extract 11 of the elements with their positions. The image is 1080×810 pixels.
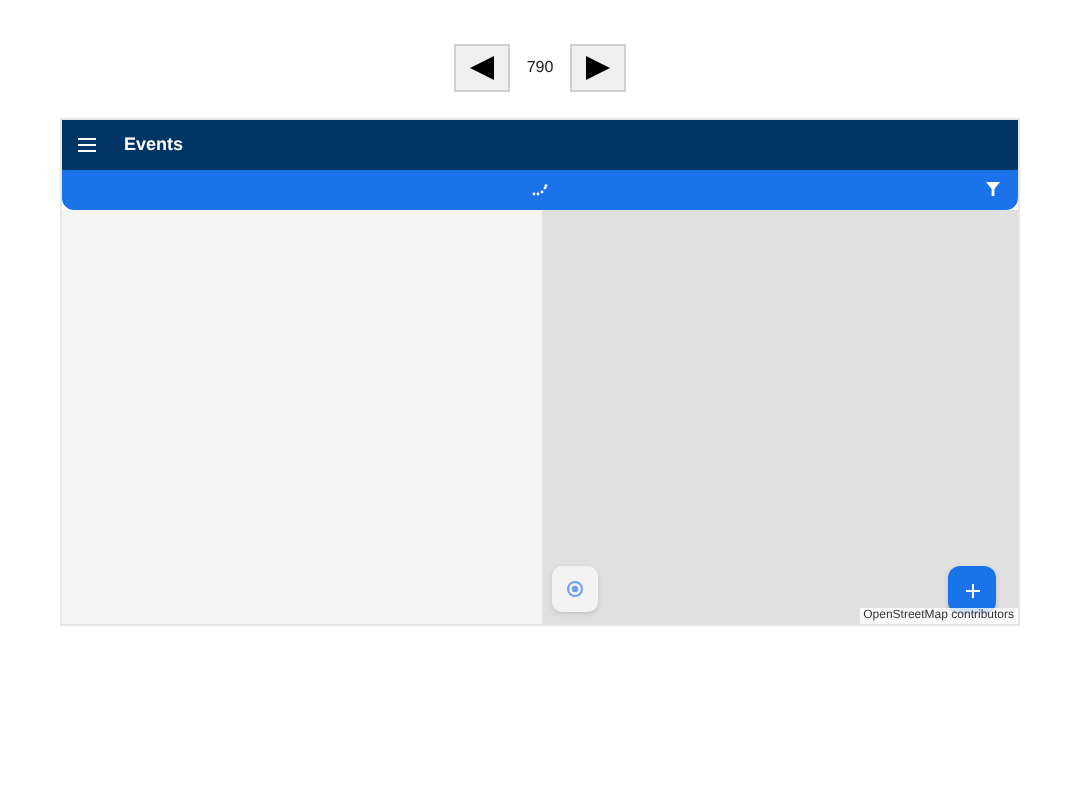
- left-triangle-icon: [470, 56, 495, 80]
- menu-icon[interactable]: [78, 138, 96, 152]
- page-number: 790: [526, 56, 554, 80]
- loading-icon: [532, 184, 548, 196]
- plus-icon: [965, 583, 979, 597]
- next-button[interactable]: [569, 44, 626, 92]
- filter-icon[interactable]: [986, 182, 1000, 196]
- previous-button[interactable]: [454, 44, 511, 92]
- app-title: Events: [124, 131, 184, 158]
- right-triangle-icon: [585, 56, 610, 80]
- target-icon: [566, 580, 584, 598]
